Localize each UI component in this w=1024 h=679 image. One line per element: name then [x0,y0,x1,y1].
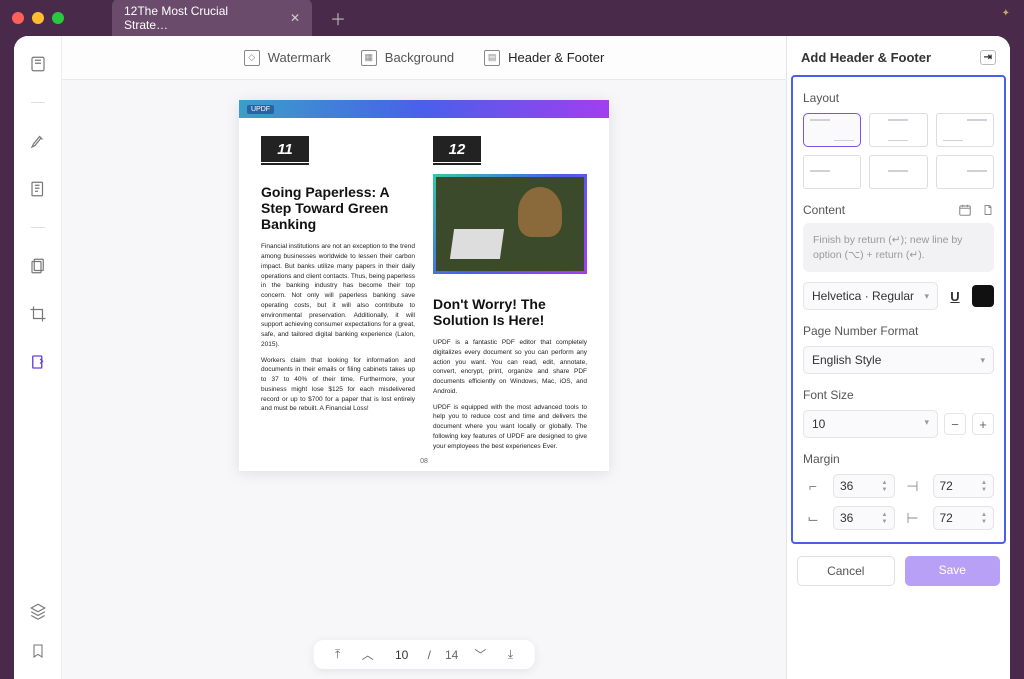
font-size-increase[interactable]: + [972,413,994,435]
panel-title: Add Header & Footer [801,50,931,65]
underline-button[interactable]: U [944,285,966,307]
page-number-format-select[interactable]: English Style▾ [803,346,994,374]
close-tab-icon[interactable]: ✕ [290,11,300,25]
paragraph: Workers claim that looking for informati… [261,356,415,415]
background-icon: ▦ [361,50,377,66]
step-down[interactable]: ▼ [981,487,987,493]
page-preview: UPDF 11 Going Paperless: A Step Toward G… [239,100,609,471]
heading: Don't Worry! The Solution Is Here! [433,296,587,328]
margin-right-input[interactable]: 72▲▼ [933,474,995,498]
edit-text-icon[interactable] [28,179,48,199]
layout-option-5[interactable] [869,155,927,189]
cancel-button[interactable]: Cancel [797,556,895,586]
page-number: 08 [420,458,428,465]
header-footer-panel: Add Header & Footer ⇥ Layout Content Fin [786,36,1010,679]
nav-sidebar [14,36,62,679]
page-input[interactable] [390,648,414,662]
paragraph: UPDF is a fantastic PDF editor that comp… [433,338,587,397]
pnf-label: Page Number Format [803,324,994,338]
document-tab[interactable]: 12The Most Crucial Strate… ✕ [112,0,312,38]
font-size-select[interactable]: 10▾ [803,410,938,438]
page-tools-icon[interactable] [28,352,48,372]
font-size-decrease[interactable]: − [944,413,966,435]
step-up[interactable]: ▲ [882,512,888,518]
heading: Going Paperless: A Step Toward Green Ban… [261,184,415,232]
window-zoom[interactable] [52,12,64,24]
chapter-number: 12 [433,136,481,162]
margin-bottom-icon: ⌙ [803,508,823,528]
margin-label: Margin [803,452,994,466]
layout-option-4[interactable] [803,155,861,189]
first-page-button[interactable]: ⤒ [330,647,346,662]
step-down[interactable]: ▼ [882,519,888,525]
font-select[interactable]: Helvetica · Regular▾ [803,282,938,310]
prev-page-button[interactable]: ︿ [360,646,376,663]
margin-top-input[interactable]: 36▲▼ [833,474,895,498]
margin-top-icon: ⌐ [803,476,823,496]
paragraph: Financial institutions are not an except… [261,242,415,349]
window-close[interactable] [12,12,24,24]
margin-left-icon: ⊢ [903,508,923,528]
save-button[interactable]: Save [905,556,1001,586]
fontsize-label: Font Size [803,388,994,402]
crop-icon[interactable] [28,304,48,324]
layout-option-1[interactable] [803,113,861,147]
text-color-button[interactable] [972,285,994,307]
window-minimize[interactable] [32,12,44,24]
page-sep: / [428,648,431,662]
margin-right-icon: ⊣ [903,476,923,496]
page-navigator: ⤒ ︿ / 14 ﹀ ⤓ [314,640,535,669]
page-logo: UPDF [247,105,274,114]
step-down[interactable]: ▼ [981,519,987,525]
next-page-button[interactable]: ﹀ [472,646,488,663]
step-up[interactable]: ▲ [981,480,987,486]
layout-option-3[interactable] [936,113,994,147]
panel-expand-icon[interactable]: ⇥ [980,50,996,65]
layout-option-6[interactable] [936,155,994,189]
margin-bottom-input[interactable]: 36▲▼ [833,506,895,530]
paragraph: UPDF is equipped with the most advanced … [433,403,587,452]
margin-left-input[interactable]: 72▲▼ [933,506,995,530]
step-up[interactable]: ▲ [981,512,987,518]
header-footer-icon: ▤ [484,50,500,66]
brand-logo: ✦ [1002,8,1010,19]
layout-label: Layout [803,91,994,105]
step-up[interactable]: ▲ [882,480,888,486]
background-tab[interactable]: ▦Background [361,50,454,66]
content-textarea[interactable]: Finish by return (↵); new line by option… [803,223,994,272]
new-tab-button[interactable]: ＋ [330,6,346,30]
layers-icon[interactable] [28,601,48,621]
insert-page-icon[interactable] [982,203,994,217]
tab-title: 12The Most Crucial Strate… [124,4,270,32]
document-viewport: UPDF 11 Going Paperless: A Step Toward G… [62,80,786,679]
layout-option-2[interactable] [869,113,927,147]
chapter-number: 11 [261,136,309,162]
highlight-icon[interactable] [28,131,48,151]
content-label: Content [803,203,845,217]
pages-icon[interactable] [28,256,48,276]
reader-icon[interactable] [28,54,48,74]
watermark-tab[interactable]: ◇Watermark [244,50,331,66]
page-total: 14 [445,648,458,662]
bookmark-icon[interactable] [28,641,48,661]
step-down[interactable]: ▼ [882,487,888,493]
last-page-button[interactable]: ⤓ [502,647,518,662]
insert-date-icon[interactable] [958,203,972,217]
article-image [433,174,587,274]
header-footer-tab[interactable]: ▤Header & Footer [484,50,604,66]
watermark-icon: ◇ [244,50,260,66]
